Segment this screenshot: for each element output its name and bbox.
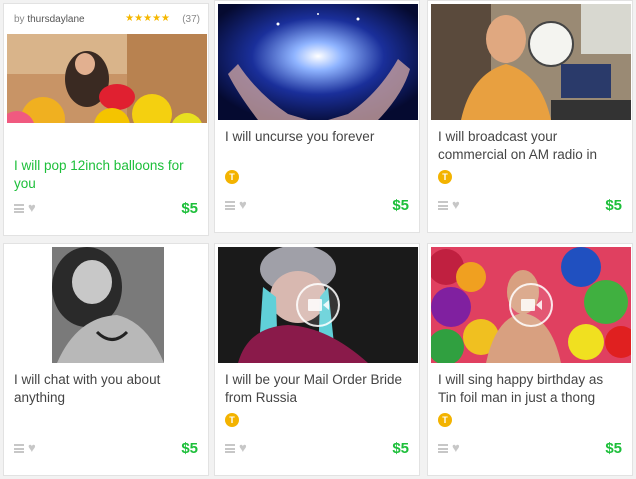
gig-thumbnail[interactable] xyxy=(431,4,631,120)
rating-stars-icon: ★★★★★ xyxy=(125,13,170,24)
gig-card[interactable]: by thursdaylane ★★★★★ (37) I will pop 12… xyxy=(3,3,209,236)
card-footer: ♥ $5 xyxy=(223,197,409,215)
gig-card[interactable]: I will be your Mail Order Bride from Rus… xyxy=(214,243,420,476)
card-footer: ♥ $5 xyxy=(436,197,622,215)
card-footer: ♥ $5 xyxy=(12,440,198,458)
card-footer: ♥ $5 xyxy=(12,200,198,218)
gig-thumbnail[interactable] xyxy=(7,247,207,363)
gig-card[interactable]: I will uncurse you forever T ♥ $5 xyxy=(214,0,420,233)
video-play-icon[interactable] xyxy=(509,283,553,327)
level-badge: T xyxy=(225,413,239,427)
seller-name[interactable]: by thursdaylane xyxy=(14,14,85,25)
gig-title[interactable]: I will chat with you about anything xyxy=(14,371,198,407)
gig-price: $5 xyxy=(392,197,409,214)
gig-card[interactable]: I will sing happy birthday as Tin foil m… xyxy=(427,243,633,476)
heart-icon[interactable]: ♥ xyxy=(28,201,36,215)
gig-title[interactable]: I will broadcast your commercial on AM r… xyxy=(438,128,622,164)
video-play-icon[interactable] xyxy=(296,283,340,327)
heart-icon[interactable]: ♥ xyxy=(452,441,460,455)
gig-title[interactable]: I will sing happy birthday as Tin foil m… xyxy=(438,371,622,407)
gig-title[interactable]: I will uncurse you forever xyxy=(225,128,409,164)
gig-price: $5 xyxy=(605,197,622,214)
level-badge: T xyxy=(225,170,239,184)
seller-link[interactable]: thursdaylane xyxy=(27,14,84,25)
menu-icon[interactable] xyxy=(14,444,24,453)
gig-card[interactable]: I will broadcast your commercial on AM r… xyxy=(427,0,633,233)
menu-icon[interactable] xyxy=(225,201,235,210)
seller-row: by thursdaylane ★★★★★ (37) xyxy=(14,13,200,29)
menu-icon[interactable] xyxy=(438,201,448,210)
heart-icon[interactable]: ♥ xyxy=(239,441,247,455)
rating-count: (37) xyxy=(182,14,200,25)
gig-price: $5 xyxy=(605,440,622,457)
gig-thumbnail[interactable] xyxy=(218,247,418,363)
heart-icon[interactable]: ♥ xyxy=(28,441,36,455)
gig-price: $5 xyxy=(392,440,409,457)
card-footer: ♥ $5 xyxy=(223,440,409,458)
heart-icon[interactable]: ♥ xyxy=(452,198,460,212)
heart-icon[interactable]: ♥ xyxy=(239,198,247,212)
level-badge: T xyxy=(438,413,452,427)
menu-icon[interactable] xyxy=(225,444,235,453)
gig-price: $5 xyxy=(181,440,198,457)
level-badge: T xyxy=(438,170,452,184)
by-label: by xyxy=(14,14,25,25)
gig-thumbnail[interactable] xyxy=(218,4,418,120)
gig-thumbnail[interactable] xyxy=(7,34,207,123)
gig-title[interactable]: I will pop 12inch balloons for you xyxy=(14,157,198,193)
gig-thumbnail[interactable] xyxy=(431,247,631,363)
gig-title[interactable]: I will be your Mail Order Bride from Rus… xyxy=(225,371,409,407)
gig-price: $5 xyxy=(181,200,198,217)
gig-card[interactable]: I will chat with you about anything ♥ $5 xyxy=(3,243,209,476)
card-footer: ♥ $5 xyxy=(436,440,622,458)
menu-icon[interactable] xyxy=(438,444,448,453)
menu-icon[interactable] xyxy=(14,204,24,213)
